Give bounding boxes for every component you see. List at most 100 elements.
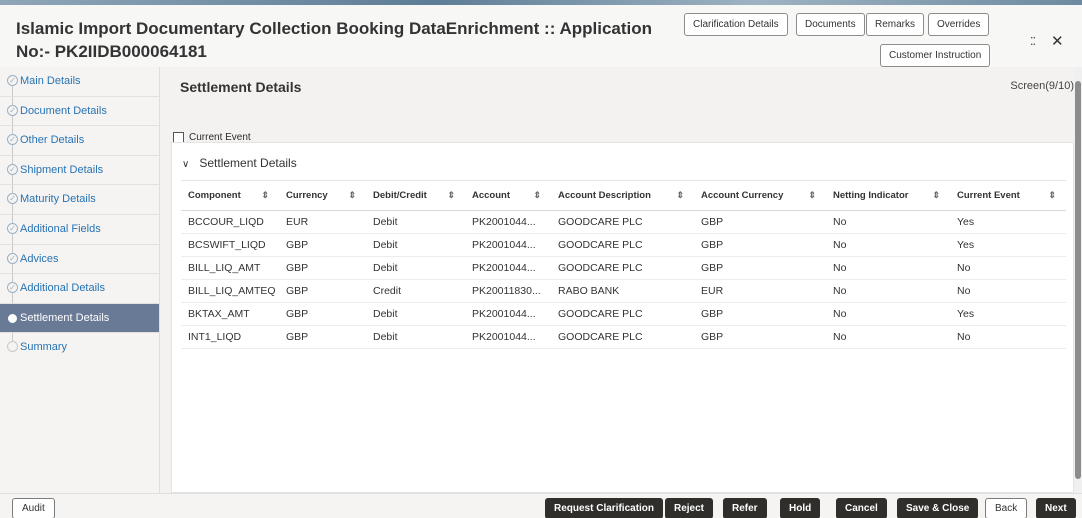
sidebar-item-additional-fields[interactable]: ✓ Additional Fields	[0, 215, 159, 245]
cell-component: BKTAX_AMT	[181, 302, 279, 326]
window-header: Islamic Import Documentary Collection Bo…	[0, 5, 1082, 67]
check-icon: ✓	[7, 163, 18, 175]
sidebar-item-label: Additional Details	[20, 282, 105, 295]
table-row[interactable]: BCSWIFT_LIQD GBP Debit PK2001044... GOOD…	[181, 233, 1066, 257]
column-header-current-event[interactable]: Current Event ⇕	[950, 180, 1066, 211]
cell-current-event: Yes	[950, 210, 1066, 234]
check-icon: ✓	[7, 282, 18, 294]
cell-netting-indicator: No	[826, 279, 950, 303]
cell-netting-indicator: No	[826, 233, 950, 257]
cell-account-description: GOODCARE PLC	[551, 325, 694, 349]
sort-icon[interactable]: ⇕	[932, 190, 940, 201]
remarks-button[interactable]: Remarks	[866, 13, 925, 36]
minimize-icon[interactable]: ⁚⁚	[1030, 35, 1036, 48]
clarification-details-button[interactable]: Clarification Details	[684, 13, 788, 36]
next-button[interactable]: Next	[1036, 498, 1076, 518]
sidebar-item-advices[interactable]: ✓ Advices	[0, 245, 159, 275]
table-row[interactable]: BCCOUR_LIQD EUR Debit PK2001044... GOODC…	[181, 210, 1066, 234]
cell-debit-credit: Debit	[366, 210, 465, 234]
window-title: Islamic Import Documentary Collection Bo…	[16, 19, 653, 61]
cell-account-currency: GBP	[694, 210, 826, 234]
cell-debit-credit: Credit	[366, 279, 465, 303]
current-step-icon	[8, 313, 17, 323]
check-icon: ✓	[7, 222, 18, 234]
sidebar-item-label: Settlement Details	[20, 311, 110, 324]
sidebar-item-document-details[interactable]: ✓ Document Details	[0, 97, 159, 127]
sort-icon[interactable]: ⇕	[447, 190, 455, 201]
sidebar-item-label: Advices	[20, 252, 59, 265]
check-icon: ✓	[7, 252, 18, 264]
sort-icon[interactable]: ⇕	[808, 190, 816, 201]
sidebar-item-main-details[interactable]: ✓ Main Details	[0, 67, 159, 97]
customer-instruction-button[interactable]: Customer Instruction	[880, 44, 991, 67]
refer-button[interactable]: Refer	[723, 498, 767, 518]
request-clarification-button[interactable]: Request Clarification	[545, 498, 664, 518]
reject-button[interactable]: Reject	[665, 498, 714, 518]
cell-account: PK2001044...	[465, 325, 551, 349]
sidebar-item-summary[interactable]: Summary	[0, 333, 159, 363]
sidebar-item-label: Summary	[20, 341, 68, 354]
hold-button[interactable]: Hold	[780, 498, 821, 518]
main-content: Settlement Details Screen(9/10) Current …	[161, 67, 1074, 493]
back-button[interactable]: Back	[985, 498, 1028, 518]
sidebar-item-label: Main Details	[20, 75, 81, 87]
vertical-scrollbar[interactable]	[1074, 67, 1082, 493]
cell-account: PK2001044...	[465, 233, 551, 257]
cell-netting-indicator: No	[826, 325, 950, 349]
sidebar-item-maturity-details[interactable]: ✓ Maturity Details	[0, 185, 159, 215]
sidebar-item-label: Shipment Details	[20, 163, 104, 176]
column-header-debit-credit[interactable]: Debit/Credit ⇕	[366, 180, 465, 211]
cell-debit-credit: Debit	[366, 256, 465, 280]
cell-currency: GBP	[279, 279, 366, 303]
check-icon: ✓	[7, 104, 18, 116]
sort-icon[interactable]: ⇕	[676, 190, 684, 201]
cell-account-currency: EUR	[694, 279, 826, 303]
scrollbar-thumb[interactable]	[1075, 81, 1081, 479]
sort-icon[interactable]: ⇕	[533, 190, 541, 201]
cancel-button[interactable]: Cancel	[836, 498, 887, 518]
sidebar-item-shipment-details[interactable]: ✓ Shipment Details	[0, 156, 159, 186]
overrides-button[interactable]: Overrides	[928, 13, 990, 36]
sidebar-item-additional-details[interactable]: ✓ Additional Details	[0, 274, 159, 304]
cell-currency: GBP	[279, 233, 366, 257]
cell-account: PK2001044...	[465, 256, 551, 280]
footer-bar: Audit Request Clarification Reject Refer…	[0, 493, 1082, 518]
table-row[interactable]: BILL_LIQ_AMT GBP Debit PK2001044... GOOD…	[181, 256, 1066, 280]
settlement-panel-header[interactable]: ∨ Settlement Details	[182, 156, 297, 170]
documents-button[interactable]: Documents	[796, 13, 865, 36]
column-header-account-currency[interactable]: Account Currency ⇕	[694, 180, 826, 211]
sidebar: ✓ Main Details ✓ Document Details ✓ Othe…	[0, 67, 160, 493]
sort-icon[interactable]: ⇕	[261, 190, 269, 201]
cell-account: PK20011830...	[465, 279, 551, 303]
sidebar-item-settlement-details[interactable]: Settlement Details	[0, 303, 159, 334]
column-header-netting-indicator[interactable]: Netting Indicator ⇕	[826, 180, 950, 211]
cell-account-currency: GBP	[694, 325, 826, 349]
check-icon: ✓	[7, 75, 18, 86]
sidebar-item-other-details[interactable]: ✓ Other Details	[0, 126, 159, 156]
column-header-account-description[interactable]: Account Description ⇕	[551, 180, 694, 211]
sort-icon[interactable]: ⇕	[1048, 190, 1056, 201]
audit-button[interactable]: Audit	[12, 498, 55, 518]
cell-currency: EUR	[279, 210, 366, 234]
table-row[interactable]: BKTAX_AMT GBP Debit PK2001044... GOODCAR…	[181, 302, 1066, 326]
cell-netting-indicator: No	[826, 210, 950, 234]
close-icon[interactable]: ✕	[1051, 32, 1064, 50]
cell-current-event: Yes	[950, 302, 1066, 326]
cell-account: PK2001044...	[465, 210, 551, 234]
cell-account-description: RABO BANK	[551, 279, 694, 303]
cell-component: INT1_LIQD	[181, 325, 279, 349]
sidebar-item-label: Document Details	[20, 104, 107, 117]
cell-debit-credit: Debit	[366, 302, 465, 326]
column-header-currency[interactable]: Currency ⇕	[279, 180, 366, 211]
sort-icon[interactable]: ⇕	[348, 190, 356, 201]
cell-current-event: No	[950, 256, 1066, 280]
column-header-account[interactable]: Account ⇕	[465, 180, 551, 211]
save-close-button[interactable]: Save & Close	[897, 498, 979, 518]
table-row[interactable]: BILL_LIQ_AMTEQ GBP Credit PK20011830... …	[181, 279, 1066, 303]
column-header-component[interactable]: Component ⇕	[181, 180, 279, 211]
screen-indicator: Screen(9/10)	[1010, 80, 1074, 92]
cell-account-description: GOODCARE PLC	[551, 256, 694, 280]
cell-current-event: No	[950, 325, 1066, 349]
settlement-table: Component ⇕ Currency ⇕ Debit/Credit ⇕ Accou…	[181, 180, 1066, 349]
table-row[interactable]: INT1_LIQD GBP Debit PK2001044... GOODCAR…	[181, 325, 1066, 349]
